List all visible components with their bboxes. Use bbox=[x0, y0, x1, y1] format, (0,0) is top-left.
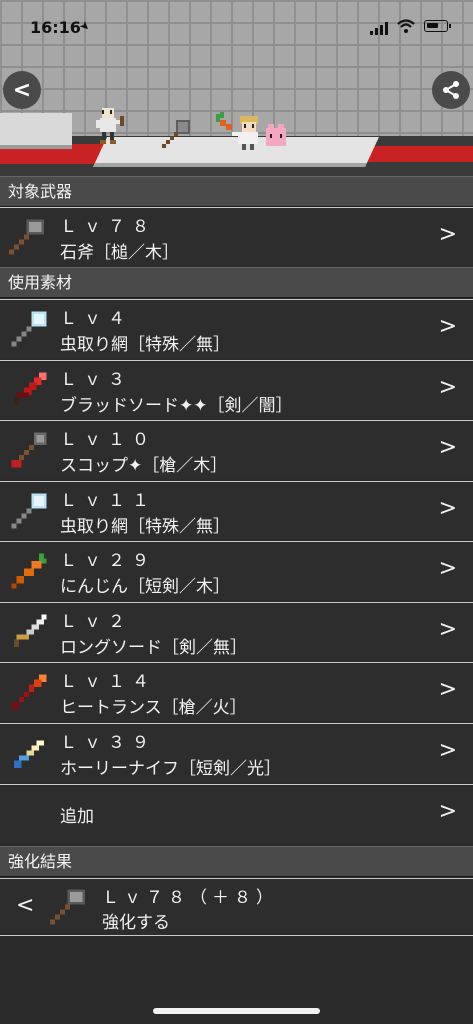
hero-sprite bbox=[216, 112, 286, 150]
game-scene: 16:16 ➤ < bbox=[0, 0, 473, 176]
target-weapon-row[interactable]: Ｌｖ７８ 石斧［槌／木］ > bbox=[0, 207, 473, 266]
section-materials: 使用素材 bbox=[0, 267, 473, 298]
material-level: Ｌｖ４ bbox=[60, 309, 132, 329]
blood-sword-icon bbox=[14, 372, 47, 405]
chevron-right-icon: > bbox=[438, 314, 457, 339]
enhance-label: 強化する bbox=[102, 913, 170, 933]
material-row[interactable]: Ｌｖ１４ ヒートランス［槍／火］ > bbox=[0, 662, 473, 721]
material-level: Ｌｖ１１ bbox=[60, 491, 156, 511]
home-indicator[interactable] bbox=[153, 1008, 320, 1014]
material-name: にんじん［短剣／木］ bbox=[60, 577, 230, 597]
material-name: スコップ✦［槍／木］ bbox=[60, 456, 228, 476]
signal-icon bbox=[370, 21, 390, 35]
material-level: Ｌｖ２ bbox=[60, 612, 132, 632]
chevron-right-icon: > bbox=[438, 375, 457, 400]
long-sword-icon bbox=[14, 614, 47, 647]
share-icon bbox=[443, 81, 459, 99]
stone-axe-sprite bbox=[162, 120, 190, 148]
material-level: Ｌｖ２９ bbox=[60, 551, 156, 571]
section-result: 強化結果 bbox=[0, 846, 473, 877]
chevron-right-icon: > bbox=[438, 738, 457, 763]
material-level: Ｌｖ１４ bbox=[60, 672, 156, 692]
add-material-row[interactable]: 追加 > bbox=[0, 784, 473, 843]
add-material-label: 追加 bbox=[60, 807, 94, 827]
target-weapon-name: 石斧［槌／木］ bbox=[60, 243, 179, 263]
enhance-button[interactable]: < Ｌｖ７８（＋８） 強化する bbox=[0, 878, 473, 936]
material-row[interactable]: Ｌｖ１１ 虫取り網［特殊／無］ > bbox=[0, 481, 473, 540]
material-level: Ｌｖ３９ bbox=[60, 733, 156, 753]
stone-step bbox=[0, 113, 72, 149]
blacksmith-sprite bbox=[96, 108, 124, 144]
share-button[interactable] bbox=[432, 71, 470, 109]
material-row[interactable]: Ｌｖ３ ブラッドソード✦✦［剣／闇］ > bbox=[0, 360, 473, 419]
shovel-icon bbox=[11, 432, 47, 468]
chevron-right-icon: > bbox=[438, 677, 457, 702]
holy-knife-icon bbox=[14, 740, 44, 768]
material-name: ホーリーナイフ［短剣／光］ bbox=[60, 759, 281, 779]
chevron-right-icon: > bbox=[438, 435, 457, 460]
wifi-icon bbox=[397, 19, 415, 33]
material-level: Ｌｖ１０ bbox=[60, 430, 156, 450]
material-name: ヒートランス［槍／火］ bbox=[60, 698, 247, 718]
bug-net-icon bbox=[11, 493, 47, 529]
stone-axe-icon bbox=[50, 889, 85, 925]
chevron-right-icon: > bbox=[438, 556, 457, 581]
chevron-right-icon: > bbox=[438, 617, 457, 642]
section-target-weapon: 対象武器 bbox=[0, 176, 473, 207]
status-time: 16:16 bbox=[30, 18, 81, 37]
material-row[interactable]: Ｌｖ３９ ホーリーナイフ［短剣／光］ > bbox=[0, 723, 473, 782]
material-name: ブラッドソード✦✦［剣／闇］ bbox=[60, 396, 293, 416]
material-row[interactable]: Ｌｖ２９ にんじん［短剣／木］ > bbox=[0, 541, 473, 600]
material-level: Ｌｖ３ bbox=[60, 370, 132, 390]
carrot-icon bbox=[11, 553, 47, 589]
material-name: 虫取り網［特殊／無］ bbox=[60, 335, 230, 355]
target-weapon-level: Ｌｖ７８ bbox=[60, 217, 156, 237]
chevron-right-icon: > bbox=[438, 496, 457, 521]
bug-net-icon bbox=[11, 311, 47, 347]
heat-lance-icon bbox=[11, 674, 47, 710]
chevron-right-icon: > bbox=[438, 799, 457, 824]
status-bar: 16:16 ➤ bbox=[0, 0, 473, 44]
stone-axe-icon bbox=[9, 219, 44, 255]
chevron-right-icon: > bbox=[438, 222, 457, 247]
result-level: Ｌｖ７８（＋８） bbox=[102, 888, 278, 908]
material-row[interactable]: Ｌｖ１０ スコップ✦［槍／木］ > bbox=[0, 420, 473, 479]
material-name: ロングソード［剣／無］ bbox=[60, 638, 247, 658]
chevron-left-icon: < bbox=[16, 893, 35, 918]
material-name: 虫取り網［特殊／無］ bbox=[60, 517, 230, 537]
material-row[interactable]: Ｌｖ２ ロングソード［剣／無］ > bbox=[0, 602, 473, 661]
battery-icon bbox=[424, 20, 451, 32]
back-button[interactable]: < bbox=[3, 71, 41, 109]
material-row[interactable]: Ｌｖ４ 虫取り網［特殊／無］ > bbox=[0, 299, 473, 358]
